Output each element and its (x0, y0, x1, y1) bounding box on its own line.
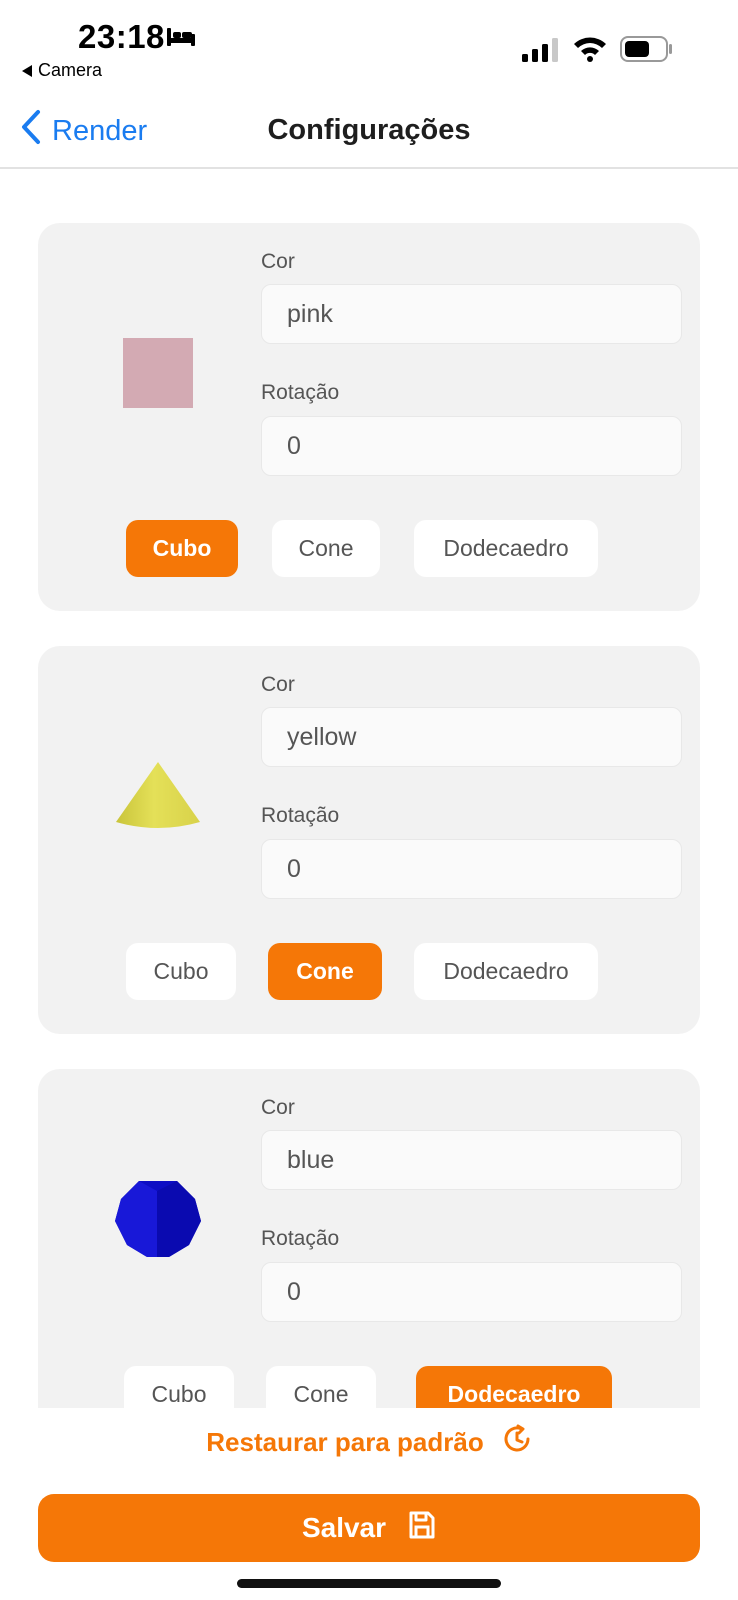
shape-option-dodecaedro[interactable]: Dodecaedro (416, 1366, 612, 1408)
dodecahedron-preview (98, 1159, 218, 1279)
settings-scroll-area[interactable]: Cor Rotação Cubo Cone Dodecaedro Cor Ro (0, 170, 738, 1408)
shape-option-cubo[interactable]: Cubo (126, 943, 236, 1000)
color-label: Cor (261, 1096, 295, 1119)
color-input[interactable] (261, 284, 682, 344)
color-input[interactable] (261, 1130, 682, 1190)
cellular-signal-icon (522, 38, 560, 67)
shape-option-cubo[interactable]: Cubo (126, 520, 238, 577)
page-title: Configurações (267, 114, 471, 146)
object-card-cube: Cor Rotação Cubo Cone Dodecaedro (38, 223, 700, 611)
battery-icon (620, 36, 674, 67)
back-to-app-link[interactable]: Camera (22, 60, 102, 81)
restore-defaults-button[interactable]: Restaurar para padrão (0, 1424, 738, 1461)
save-button[interactable]: Salvar (38, 1494, 700, 1562)
rotation-label: Rotação (261, 804, 340, 827)
rotation-label: Rotação (261, 381, 340, 404)
status-time: 23:18 (78, 18, 165, 55)
rotation-input[interactable] (261, 1262, 682, 1322)
color-label: Cor (261, 673, 295, 696)
status-bar: 23:18 Camera (0, 0, 738, 90)
color-label: Cor (261, 250, 295, 273)
color-input[interactable] (261, 707, 682, 767)
rotation-input[interactable] (261, 416, 682, 476)
cone-preview (98, 736, 218, 856)
shape-option-cone[interactable]: Cone (272, 520, 380, 577)
cube-shape (123, 338, 193, 408)
rotation-input[interactable] (261, 839, 682, 899)
back-app-label: Camera (38, 60, 103, 80)
shape-option-cone[interactable]: Cone (268, 943, 382, 1000)
floppy-disk-icon (408, 1510, 436, 1547)
shape-option-dodecaedro[interactable]: Dodecaedro (414, 943, 598, 1000)
restore-clock-icon (502, 1424, 532, 1461)
wifi-icon (572, 34, 608, 67)
object-card-dodecahedron: Cor Rotação Cubo Cone Dodecaedro (38, 1069, 700, 1408)
cube-preview (98, 313, 218, 433)
shape-option-cone[interactable]: Cone (266, 1366, 376, 1408)
shape-option-dodecaedro[interactable]: Dodecaedro (414, 520, 598, 577)
sleep-focus-icon (166, 26, 196, 53)
shape-option-cubo[interactable]: Cubo (124, 1366, 234, 1408)
rotation-label: Rotação (261, 1227, 340, 1250)
cone-shape (116, 762, 200, 828)
save-button-label: Salvar (301, 1512, 387, 1543)
navigation-bar: Render Configurações (0, 95, 738, 169)
object-card-cone: Cor Rotação Cubo Cone Dodecaedro (38, 646, 700, 1034)
home-indicator[interactable] (237, 1579, 501, 1588)
restore-defaults-label: Restaurar para padrão (206, 1427, 484, 1457)
back-triangle-icon (22, 64, 32, 77)
